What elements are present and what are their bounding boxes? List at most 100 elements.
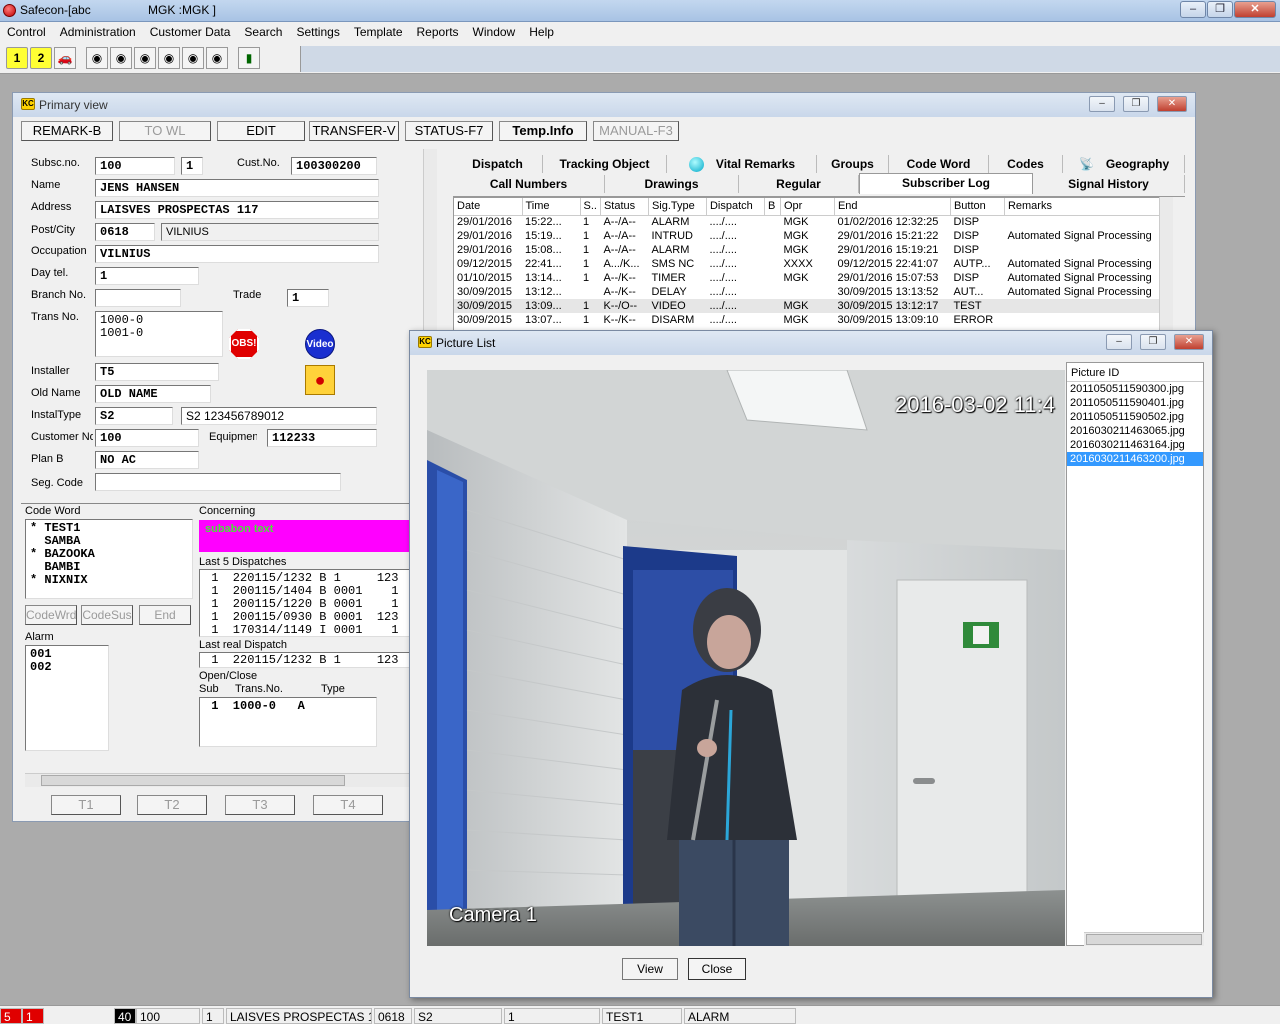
binoculars-icon[interactable]: ◉ — [182, 47, 204, 69]
tab-t3[interactable]: T3 — [225, 795, 295, 815]
picture-id-item[interactable]: 2011050511590502.jpg — [1067, 410, 1203, 424]
daytel-field[interactable]: 1 — [95, 267, 199, 285]
table-row[interactable]: 30/09/2015 13:12... A--/K-- DELAY ..../.... 3… — [454, 285, 1172, 299]
binoculars-icon[interactable]: ◉ — [134, 47, 156, 69]
video-icon[interactable]: Video — [305, 329, 335, 359]
menu-reports[interactable]: Reports — [410, 25, 466, 39]
tab-code-word[interactable]: Code Word — [889, 155, 989, 173]
branch-field[interactable] — [95, 289, 181, 307]
binoculars-icon[interactable]: ◉ — [110, 47, 132, 69]
tab-geography[interactable]: Geography — [1063, 155, 1185, 173]
car-icon[interactable]: 🚗 — [54, 47, 76, 69]
menu-search[interactable]: Search — [237, 25, 289, 39]
tab-vital-remarks[interactable]: Vital Remarks — [667, 155, 817, 173]
primary-close-button[interactable]: ✕ — [1157, 96, 1187, 112]
app-minimize-button[interactable]: – — [1180, 1, 1206, 18]
menu-customer-data[interactable]: Customer Data — [143, 25, 238, 39]
subsc-field[interactable]: 100 — [95, 157, 175, 175]
menu-administration[interactable]: Administration — [53, 25, 143, 39]
equipment-field[interactable]: 112233 — [267, 429, 377, 447]
oldname-field[interactable]: OLD NAME — [95, 385, 211, 403]
menu-settings[interactable]: Settings — [289, 25, 346, 39]
table-row[interactable]: 01/10/2015 13:14... 1 A--/K-- TIMER ..../....… — [454, 271, 1172, 285]
installer-field[interactable]: T5 — [95, 363, 219, 381]
menu-template[interactable]: Template — [347, 25, 410, 39]
binoculars-car-icon[interactable]: ◉ — [206, 47, 228, 69]
primary-minimize-button[interactable]: – — [1089, 96, 1115, 112]
picture-id-item[interactable]: 2016030211463065.jpg — [1067, 424, 1203, 438]
log-col-opr[interactable]: Opr — [780, 198, 835, 216]
table-row[interactable]: 30/09/2015 13:09... 1 K--/O-- VIDEO ..../....… — [454, 299, 1172, 313]
tab-signal-history[interactable]: Signal History — [1033, 175, 1185, 193]
segcode-field[interactable] — [95, 473, 341, 491]
planb-field[interactable]: NO AC — [95, 451, 199, 469]
picture-id-item[interactable]: 2011050511590401.jpg — [1067, 396, 1203, 410]
app-close-button[interactable]: ✕ — [1234, 1, 1276, 18]
log-col-time[interactable]: Time — [522, 198, 581, 216]
end-button[interactable]: End — [139, 605, 191, 625]
log-col-b[interactable]: B — [764, 198, 781, 216]
transfer-button[interactable]: TRANSFER-V — [309, 121, 399, 141]
lower-horizontal-scrollbar[interactable] — [25, 773, 411, 787]
camera-image[interactable]: 2016-03-02 11:4 Camera 1 — [427, 370, 1065, 946]
tab-dispatch[interactable]: Dispatch — [453, 155, 543, 173]
tab-regular[interactable]: Regular — [739, 175, 859, 193]
view-button[interactable]: View — [622, 958, 678, 980]
subsc-sub-field[interactable]: 1 — [181, 157, 203, 175]
tab-drawings[interactable]: Drawings — [605, 175, 739, 193]
tab-t2[interactable]: T2 — [137, 795, 207, 815]
alarm-list[interactable]: 001 002 — [25, 645, 109, 751]
remark-button[interactable]: REMARK-B — [21, 121, 113, 141]
log-col-remarks[interactable]: Remarks — [1004, 198, 1172, 216]
app-restore-button[interactable]: ❐ — [1207, 1, 1233, 18]
edit-button[interactable]: EDIT — [217, 121, 305, 141]
picture-close-icon[interactable]: ✕ — [1174, 334, 1204, 350]
cust-field[interactable]: 100300200 — [291, 157, 377, 175]
table-row[interactable]: 29/01/2016 15:08... 1 A--/A-- ALARM ..../....… — [454, 243, 1172, 257]
picture-maximize-button[interactable]: ❐ — [1140, 334, 1166, 350]
tab-subscriber-log[interactable]: Subscriber Log — [859, 173, 1033, 194]
to-wl-button[interactable]: TO WL — [119, 121, 211, 141]
log-col-dispatch[interactable]: Dispatch — [706, 198, 765, 216]
table-row[interactable]: 09/12/2015 22:41... 1 A.../K... SMS NC ..../.… — [454, 257, 1172, 271]
obs-stop-icon[interactable]: OBS! — [229, 329, 259, 359]
name-field[interactable]: JENS HANSEN — [95, 179, 379, 197]
table-row[interactable]: 30/09/2015 13:07... 1 K--/K-- DISARM ..../...… — [454, 313, 1172, 327]
picture-id-item[interactable]: 2016030211463200.jpg — [1067, 452, 1203, 466]
trans-field[interactable]: 1000-0 1001-0 — [95, 311, 223, 357]
post-field[interactable]: 0618 — [95, 223, 155, 241]
instaltype-field[interactable]: S2 — [95, 407, 173, 425]
log-scrollbar[interactable] — [1159, 197, 1173, 331]
tab-codes[interactable]: Codes — [989, 155, 1063, 173]
picture-id-header[interactable]: Picture ID — [1067, 363, 1203, 382]
log-col-date[interactable]: Date — [454, 198, 523, 216]
table-row[interactable]: 29/01/2016 15:19... 1 A--/A-- INTRUD ..../...… — [454, 229, 1172, 243]
log-col-end[interactable]: End — [834, 198, 951, 216]
primary-maximize-button[interactable]: ❐ — [1123, 96, 1149, 112]
tab-call-numbers[interactable]: Call Numbers — [453, 175, 605, 193]
address-field[interactable]: LAISVES PROSPECTAS 117 — [95, 201, 379, 219]
tab-tracking-object[interactable]: Tracking Object — [543, 155, 667, 173]
menu-help[interactable]: Help — [522, 25, 561, 39]
toolbar-button-1[interactable]: 1 — [6, 47, 28, 69]
menu-window[interactable]: Window — [466, 25, 523, 39]
codeword-list[interactable]: * TEST1 SAMBA * BAZOOKA BAMBI * NIXNIX — [25, 519, 193, 599]
codesus-button[interactable]: CodeSus — [81, 605, 133, 625]
customerno-field[interactable]: 100 — [95, 429, 199, 447]
temp-info-button[interactable]: Temp.Info — [499, 121, 587, 141]
status-button[interactable]: STATUS-F7 — [405, 121, 493, 141]
toolbar-button-2[interactable]: 2 — [30, 47, 52, 69]
tab-t4[interactable]: T4 — [313, 795, 383, 815]
log-col-sigtype[interactable]: Sig.Type — [648, 198, 707, 216]
log-col-button[interactable]: Button — [950, 198, 1005, 216]
codeword-button[interactable]: CodeWrd — [25, 605, 77, 625]
menu-control[interactable]: Control — [0, 25, 53, 39]
occupation-field[interactable]: VILNIUS — [95, 245, 379, 263]
picture-minimize-button[interactable]: – — [1106, 334, 1132, 350]
exit-door-icon[interactable]: ▮ — [238, 47, 260, 69]
picture-id-item[interactable]: 2016030211463164.jpg — [1067, 438, 1203, 452]
table-row[interactable]: 29/01/2016 15:22... 1 A--/A-- ALARM ..../....… — [454, 215, 1172, 229]
log-col-status[interactable]: Status — [600, 198, 649, 216]
log-col-s[interactable]: S.. — [580, 198, 601, 216]
manual-button[interactable]: MANUAL-F3 — [593, 121, 679, 141]
